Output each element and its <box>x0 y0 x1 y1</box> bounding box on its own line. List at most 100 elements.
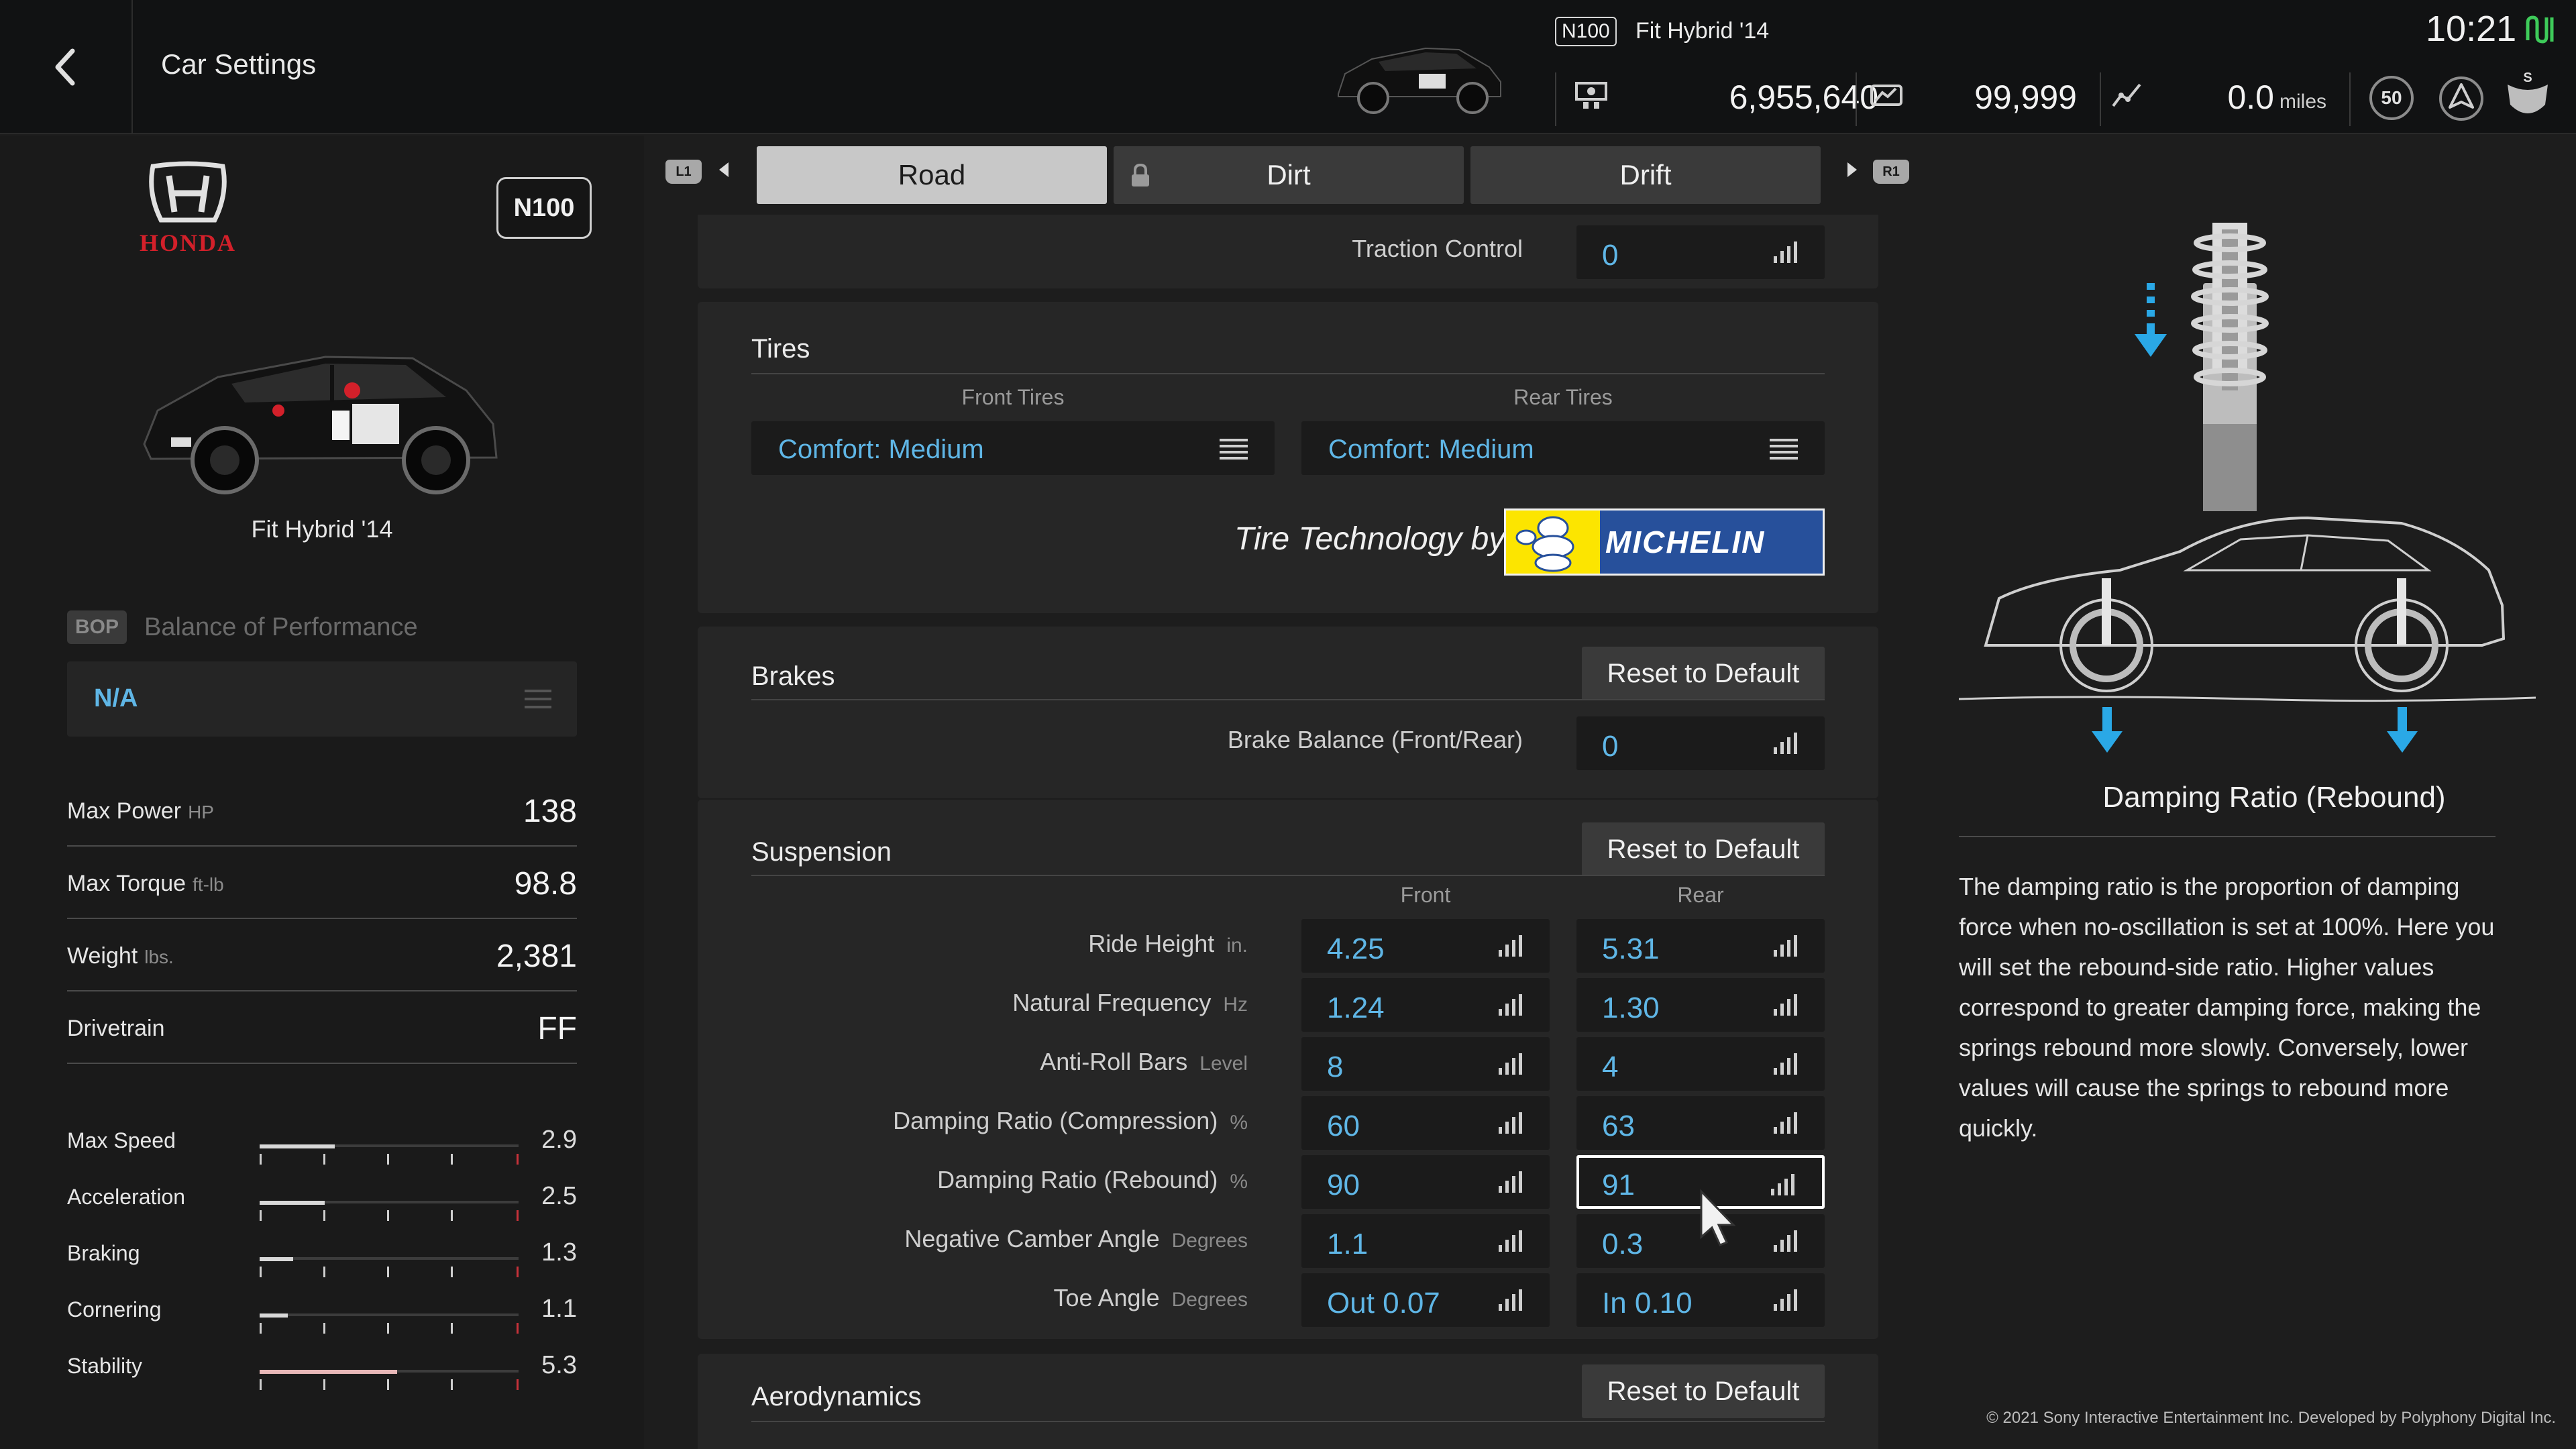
spec-row-weight: Weight lbs. 2,381 <box>67 919 577 991</box>
bop-value: N/A <box>94 684 138 712</box>
column-header: Rear Tires <box>1513 385 1613 409</box>
tab-dirt[interactable]: Dirt <box>1114 146 1464 204</box>
field-label-damping-ratio-compression: Damping Ratio (Compression)% <box>893 1107 1248 1135</box>
performance-value: 2.9 <box>541 1126 577 1154</box>
front-damping-ratio-compression-value[interactable]: 60 <box>1301 1096 1550 1150</box>
tab-label: Road <box>898 159 966 191</box>
car-image <box>143 356 498 494</box>
tick-mark <box>260 1323 262 1334</box>
menu-icon <box>525 690 551 708</box>
bars-icon <box>1774 1289 1797 1311</box>
field-unit: Hz <box>1223 994 1248 1016</box>
mileage-points-value: 99,999 <box>1974 78 2077 116</box>
value-text: 0.3 <box>1602 1228 1644 1260</box>
spec-value: 138 <box>523 794 577 829</box>
tab-bar: L1 Road Dirt Drift R1 <box>644 136 1919 215</box>
rear-toe-angle-value[interactable]: In 0.10 <box>1576 1273 1825 1327</box>
class-badge: N100 <box>496 177 592 239</box>
rear-tire-dropdown[interactable]: Comfort: Medium <box>1301 421 1825 475</box>
bars-icon <box>1774 1112 1797 1134</box>
menu-icon <box>1220 439 1248 460</box>
driver-rank-icon <box>2439 76 2483 121</box>
rear-ride-height-value[interactable]: 5.31 <box>1576 919 1825 973</box>
settings-scroll-area[interactable]: Traction Control 0 Tires Front Tires Rea… <box>698 215 1878 1449</box>
field-label-text: Negative Camber Angle <box>904 1225 1160 1252</box>
r1-button-hint[interactable]: R1 <box>1873 160 1909 184</box>
tick-mark <box>517 1323 519 1334</box>
front-toe-angle-value[interactable]: Out 0.07 <box>1301 1273 1550 1327</box>
spec-unit: ft-lb <box>193 874 224 895</box>
aerodynamics-reset-button[interactable]: Reset to Default <box>1582 1364 1825 1418</box>
performance-value: 1.1 <box>541 1295 577 1323</box>
bop-label: Balance of Performance <box>144 612 418 641</box>
divider <box>1959 836 2496 837</box>
next-tab-arrow-icon[interactable] <box>1847 162 1857 177</box>
credits-icon <box>1575 82 1607 109</box>
divider <box>751 699 1825 700</box>
credits-value: 6,955,640 <box>1729 78 1878 116</box>
tick-mark <box>260 1210 262 1221</box>
tab-road[interactable]: Road <box>757 146 1107 204</box>
bop-tag: BOP <box>67 610 127 644</box>
field-label-anti-roll-bars: Anti-Roll Bars Level <box>1040 1048 1248 1076</box>
tick-mark <box>451 1210 453 1221</box>
performance-label: Max Speed <box>67 1128 176 1152</box>
front-ride-height-value[interactable]: 4.25 <box>1301 919 1550 973</box>
car-name: Fit Hybrid '14 <box>251 515 393 543</box>
field-label-text: Damping Ratio (Compression) <box>893 1107 1218 1134</box>
divider <box>1555 72 1556 126</box>
tab-label: Drift <box>1619 159 1672 191</box>
section-title: Aerodynamics <box>751 1382 922 1411</box>
performance-row-max-speed: Max Speed 2.9 <box>67 1119 577 1175</box>
rear-natural-frequency-value[interactable]: 1.30 <box>1576 978 1825 1032</box>
value-text: 8 <box>1327 1051 1344 1083</box>
performance-value: 5.3 <box>541 1351 577 1379</box>
field-label-text: Natural Frequency <box>1012 989 1212 1016</box>
column-header: Front Tires <box>961 385 1065 409</box>
rear-anti-roll-bars-value[interactable]: 4 <box>1576 1037 1825 1091</box>
l1-button-hint[interactable]: L1 <box>665 160 702 184</box>
tick-mark <box>451 1323 453 1334</box>
front-damping-ratio-rebound-value[interactable]: 90 <box>1301 1155 1550 1209</box>
performance-bar <box>260 1257 519 1280</box>
tick-mark <box>387 1154 389 1165</box>
suspension-reset-button[interactable]: Reset to Default <box>1582 822 1825 876</box>
bars-icon <box>1499 1053 1522 1075</box>
tab-drift[interactable]: Drift <box>1470 146 1821 204</box>
value-text: 63 <box>1602 1110 1635 1142</box>
bars-icon <box>1499 935 1522 957</box>
performance-bar <box>260 1201 519 1224</box>
traction-control-value[interactable]: 0 <box>1576 225 1825 279</box>
aerodynamics-section: Aerodynamics Reset to Default <box>698 1354 1878 1449</box>
level-badge-icon: 50 <box>2369 76 2414 120</box>
value-text: 90 <box>1327 1169 1360 1201</box>
tick-mark <box>260 1379 262 1390</box>
field-label-natural-frequency: Natural Frequency Hz <box>1012 989 1248 1017</box>
brakes-reset-button[interactable]: Reset to Default <box>1582 647 1825 700</box>
field-label: Brake Balance (Front/Rear) <box>1227 726 1523 753</box>
tick-mark <box>323 1154 325 1165</box>
brake-balance-value[interactable]: 0 <box>1576 716 1825 770</box>
michelin-wordmark: MICHELIN <box>1605 525 1766 559</box>
traction-section: Traction Control 0 <box>698 215 1878 288</box>
prev-tab-arrow-icon[interactable] <box>719 162 729 177</box>
back-button[interactable] <box>0 0 133 134</box>
field-label: Traction Control <box>1352 235 1523 262</box>
tick-mark <box>387 1210 389 1221</box>
performance-label: Braking <box>67 1241 140 1265</box>
bars-icon <box>1774 1053 1797 1075</box>
front-natural-frequency-value[interactable]: 1.24 <box>1301 978 1550 1032</box>
front-negative-camber-angle-value[interactable]: 1.1 <box>1301 1214 1550 1268</box>
honda-logo: HONDA <box>140 161 235 255</box>
bop-row: BOP Balance of Performance <box>67 610 418 644</box>
front-anti-roll-bars-value[interactable]: 8 <box>1301 1037 1550 1091</box>
bop-dropdown[interactable]: N/A <box>67 661 577 737</box>
bars-icon <box>1499 1171 1522 1193</box>
front-tire-dropdown[interactable]: Comfort: Medium <box>751 421 1275 475</box>
performance-value: 2.5 <box>541 1182 577 1210</box>
field-unit: % <box>1230 1171 1248 1193</box>
field-label-ride-height: Ride Height in. <box>1088 930 1248 958</box>
odometer-unit: miles <box>2279 91 2327 113</box>
rear-damping-ratio-compression-value[interactable]: 63 <box>1576 1096 1825 1150</box>
lock-icon <box>1132 164 1149 186</box>
